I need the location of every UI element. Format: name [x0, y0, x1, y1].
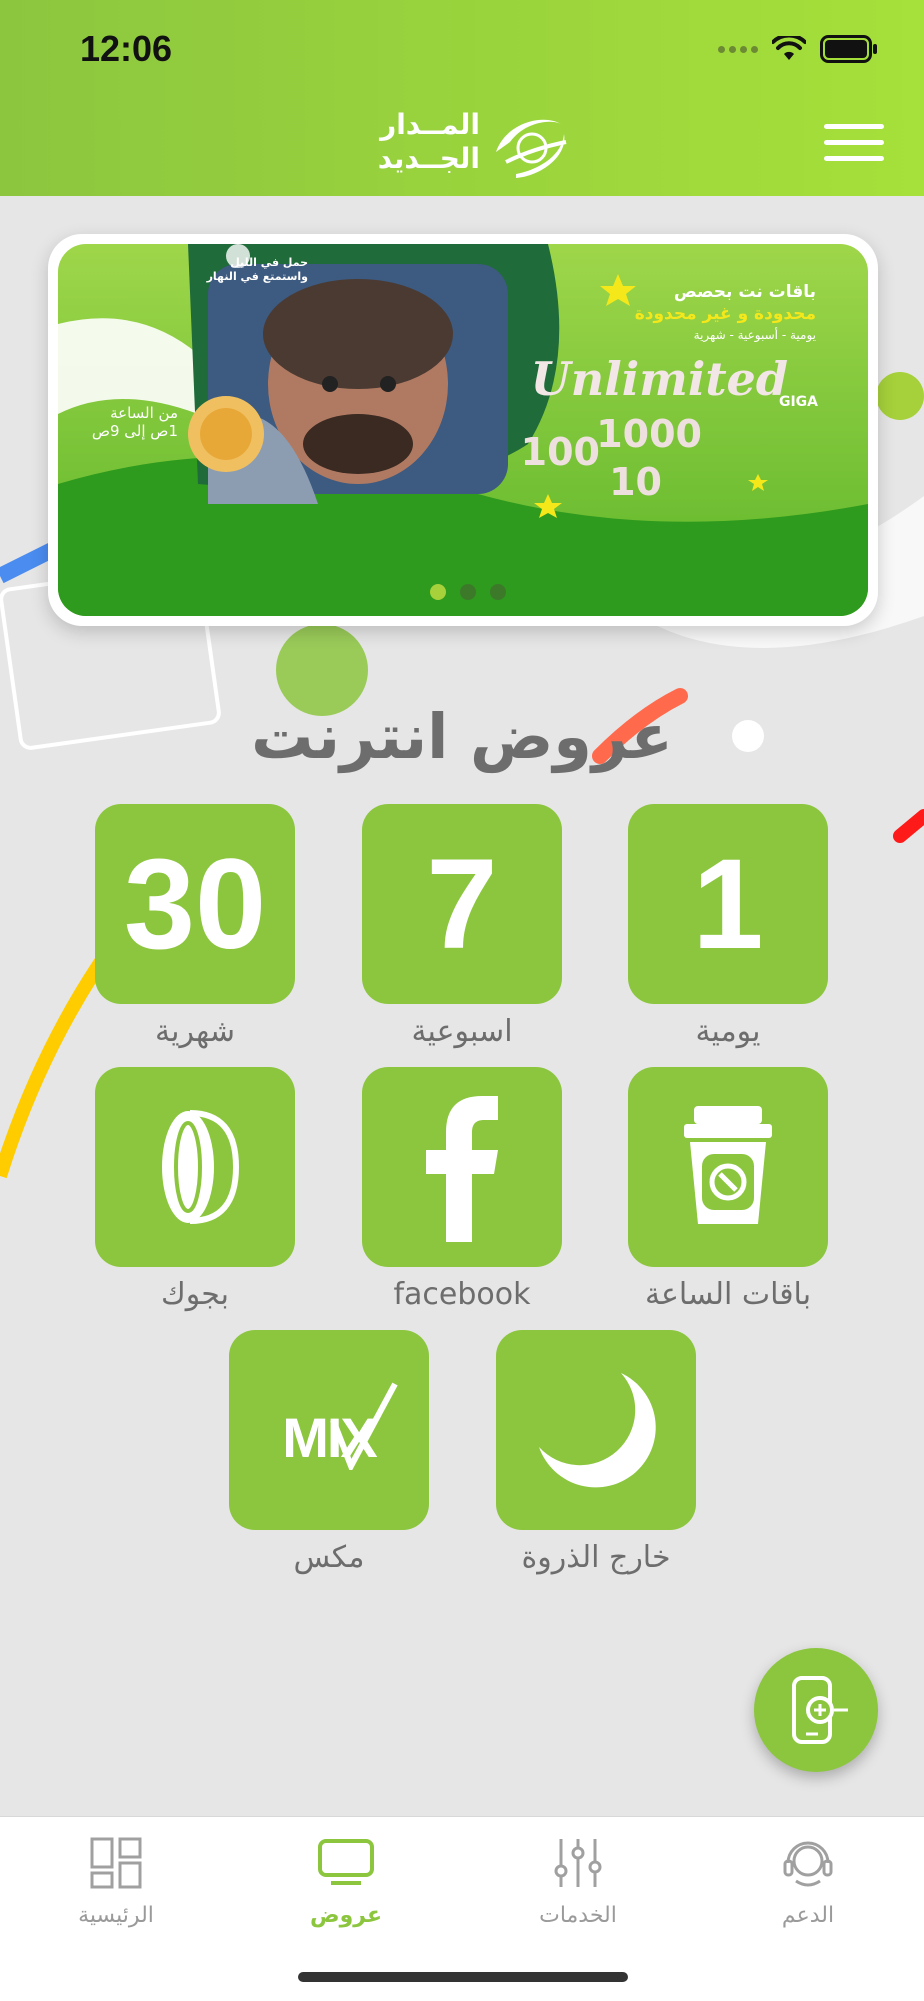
- nav-item-support[interactable]: الدعم: [708, 1831, 908, 1928]
- sliders-icon: [554, 1839, 602, 1887]
- nav-item-services[interactable]: الخدمات: [478, 1831, 678, 1928]
- banner-100-giga: 100: [520, 430, 600, 474]
- offer-tile-label: facebook: [393, 1277, 531, 1312]
- offer-tile-daily-box: 1: [628, 804, 828, 1004]
- section-title: عروض انترنت: [251, 700, 673, 773]
- offer-tile-label: خارج الذروة: [521, 1540, 671, 1575]
- grid-icon: [90, 1837, 142, 1889]
- offer-tile-daily[interactable]: 1 يومية: [628, 804, 828, 1049]
- cup-icon: [684, 1106, 772, 1224]
- wifi-icon: [772, 36, 806, 60]
- checkmark-icon: [330, 1382, 398, 1470]
- day-count: 1: [692, 832, 764, 976]
- battery-icon: [820, 35, 877, 63]
- promo-banner-carousel[interactable]: باقات نت بحصص محدودة و غير محدودة يومية …: [48, 234, 878, 626]
- offer-tile-weekly-box: 7: [362, 804, 562, 1004]
- offer-tile-facebook[interactable]: facebook: [362, 1067, 562, 1312]
- banner-time-line1: من الساعة: [110, 404, 178, 422]
- day-count: 7: [426, 832, 498, 976]
- status-time: 12:06: [80, 28, 173, 69]
- carousel-dot-3[interactable]: [490, 584, 506, 600]
- offer-tile-label: يومية: [695, 1014, 761, 1049]
- banner-unlimited: Unlimited: [530, 352, 788, 406]
- day-count: 30: [123, 832, 267, 976]
- carousel-dot-2[interactable]: [460, 584, 476, 600]
- offer-tile-weekly[interactable]: 7 اسبوعية: [362, 804, 562, 1049]
- offer-tile-hourly-box: [628, 1067, 828, 1267]
- nav-label-support: الدعم: [781, 1903, 835, 1928]
- carousel-dot-1[interactable]: [430, 584, 446, 600]
- offer-tile-facebook-box: [362, 1067, 562, 1267]
- offer-tile-label: اسبوعية: [411, 1014, 513, 1049]
- offer-tile-off-peak[interactable]: خارج الذروة: [496, 1330, 696, 1575]
- carousel-pagination: [430, 584, 506, 600]
- nav-item-home[interactable]: الرئيسية: [16, 1831, 216, 1928]
- banner-headline-2: محدودة و غير محدودة: [634, 304, 816, 324]
- offer-tile-monthly[interactable]: 30 شهرية: [95, 804, 295, 1049]
- offer-tile-bejok-box: [95, 1067, 295, 1267]
- banner-giga-label: GIGA: [778, 394, 818, 410]
- status-icons: [718, 34, 878, 64]
- offer-tile-mix-box: MIX: [229, 1330, 429, 1530]
- logo-line1: المــدار: [380, 108, 480, 141]
- promo-banner-image: باقات نت بحصص محدودة و غير محدودة يومية …: [58, 244, 868, 616]
- banner-1000-giga: 1000: [596, 412, 702, 456]
- offer-tile-label: شهرية: [155, 1014, 235, 1049]
- nav-label-home: الرئيسية: [78, 1903, 154, 1928]
- offer-tile-label: بجوك: [161, 1277, 229, 1312]
- offer-tile-bejok[interactable]: بجوك: [95, 1067, 295, 1312]
- banner-headline-3: يومية - أسبوعية - شهرية: [693, 328, 816, 342]
- phone-plus-fab-button[interactable]: [754, 1648, 878, 1772]
- offer-tile-monthly-box: 30: [95, 804, 295, 1004]
- nav-item-offers[interactable]: عروض: [246, 1831, 446, 1928]
- banner-10-giga: 10: [609, 460, 662, 504]
- headset-icon: [783, 1841, 833, 1887]
- banner-time-line2: 1ص إلى 9ص: [91, 422, 178, 440]
- crescent-moon-icon: [539, 1373, 656, 1488]
- nav-label-services: الخدمات: [539, 1903, 617, 1928]
- home-indicator[interactable]: [298, 1972, 628, 1982]
- offer-tile-label: باقات الساعة: [644, 1277, 812, 1312]
- globe-swoosh-icon: [496, 119, 567, 178]
- offer-tile-hourly[interactable]: باقات الساعة: [628, 1067, 828, 1312]
- bejok-icon: [162, 1110, 240, 1224]
- facebook-icon: [426, 1096, 498, 1242]
- banner-night-line1: حمل في الليل: [230, 256, 308, 269]
- brand-logo: المــدار الجــديد: [360, 108, 570, 184]
- monitor-icon: [318, 1839, 374, 1885]
- phone-plus-icon: [792, 1676, 848, 1744]
- hamburger-menu-button[interactable]: [824, 120, 884, 164]
- offer-tile-mix[interactable]: MIX مكس: [229, 1330, 429, 1575]
- offer-tile-label: مكس: [293, 1540, 365, 1575]
- banner-night-line2: واستمتع في النهار: [206, 270, 308, 283]
- banner-headline-1: باقات نت بحصص: [673, 282, 816, 302]
- nav-label-offers: عروض: [310, 1903, 382, 1928]
- logo-line2: الجــديد: [377, 142, 480, 175]
- app-header: 12:06 المــدار الجــديد: [0, 0, 924, 196]
- offer-tile-off-peak-box: [496, 1330, 696, 1530]
- signal-icon: [718, 45, 758, 53]
